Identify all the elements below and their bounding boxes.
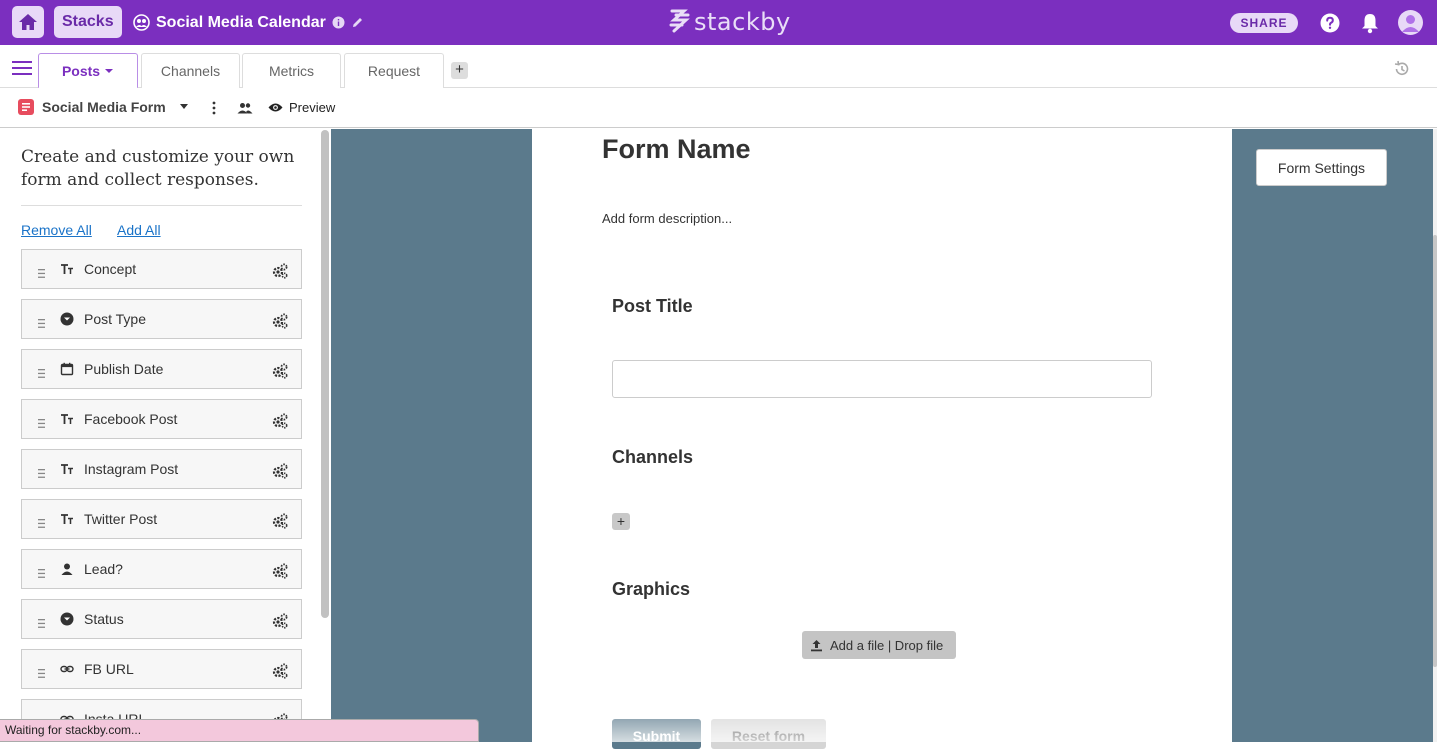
form-bottom-fade [532, 700, 1232, 742]
field-label: Lead? [84, 561, 123, 577]
tab-posts[interactable]: Posts [38, 53, 138, 89]
field-label: Twitter Post [84, 511, 158, 527]
field-label: FB URL [84, 661, 134, 677]
field-settings-gear-icon[interactable] [272, 613, 288, 629]
field-label: Facebook Post [84, 411, 178, 427]
edit-pencil-icon[interactable] [351, 16, 364, 29]
drag-handle-icon[interactable] [38, 365, 45, 378]
form-description[interactable]: Add form description... [602, 211, 732, 226]
tab-label: Posts [61, 62, 101, 79]
more-options-icon[interactable] [212, 101, 216, 115]
drag-handle-icon[interactable] [38, 465, 45, 478]
question-label-post-title: Post Title [612, 296, 693, 316]
chevron-down-icon [105, 68, 114, 73]
remove-all-link[interactable]: Remove All [21, 222, 92, 238]
sidebar-field-item[interactable]: Lead? [21, 549, 302, 589]
tab-request[interactable]: Request [344, 53, 444, 88]
sidebar-intro: Create and customize your own form and c… [21, 147, 295, 190]
stack-title[interactable]: Social Media Calendar [156, 14, 326, 32]
drag-handle-icon[interactable] [38, 315, 45, 328]
sidebar-field-item[interactable]: Facebook Post [21, 399, 302, 439]
stack-title-area: Social Media Calendar [133, 0, 364, 45]
sidebar-divider [21, 205, 302, 206]
text-type-icon [60, 512, 74, 526]
top-bar: Stacks Social Media Calendar stackby SHA… [0, 0, 1437, 45]
add-channel-link-button[interactable]: + [612, 513, 630, 530]
text-type-icon [60, 462, 74, 476]
preview-button[interactable]: Preview [289, 100, 335, 115]
single-select-icon [60, 612, 74, 626]
field-settings-gear-icon[interactable] [272, 313, 288, 329]
upload-label: Add a file | Drop file [830, 637, 944, 653]
single-select-icon [60, 312, 74, 326]
field-settings-gear-icon[interactable] [272, 363, 288, 379]
calendar-icon [60, 362, 74, 376]
drag-handle-icon[interactable] [38, 515, 45, 528]
drag-handle-icon[interactable] [38, 615, 45, 628]
form-name[interactable]: Form Name [602, 134, 751, 165]
help-icon[interactable] [1320, 13, 1340, 33]
view-name[interactable]: Social Media Form [42, 99, 166, 115]
field-settings-gear-icon[interactable] [272, 263, 288, 279]
upload-icon [811, 639, 822, 651]
info-icon[interactable] [332, 16, 345, 29]
stackby-logo: stackby [668, 5, 791, 39]
drag-handle-icon[interactable] [38, 415, 45, 428]
person-icon [60, 562, 74, 576]
question-label-graphics: Graphics [612, 579, 691, 599]
post-title-input[interactable] [612, 360, 1152, 398]
form-settings-button[interactable]: Form Settings [1256, 149, 1387, 186]
hamburger-menu-icon[interactable] [12, 61, 32, 75]
sidebar-field-item[interactable]: Post Type [21, 299, 302, 339]
field-settings-gear-icon[interactable] [272, 413, 288, 429]
user-avatar[interactable] [1398, 10, 1423, 35]
sidebar-scrollbar[interactable] [321, 130, 329, 618]
add-table-button[interactable]: + [451, 62, 468, 79]
field-label: Concept [84, 261, 137, 277]
stacks-button[interactable]: Stacks [54, 6, 122, 38]
eye-icon[interactable] [268, 102, 283, 113]
drag-handle-icon[interactable] [38, 565, 45, 578]
field-label: Post Type [84, 311, 147, 327]
sidebar-field-item[interactable]: Twitter Post [21, 499, 302, 539]
field-settings-gear-icon[interactable] [272, 663, 288, 679]
field-label: Status [84, 611, 124, 627]
field-label: Publish Date [84, 361, 164, 377]
history-icon[interactable] [1393, 60, 1411, 78]
question-label-channels: Channels [612, 447, 694, 467]
view-toolbar: Social Media Form Preview [0, 88, 1437, 128]
view-dropdown-caret-icon[interactable] [180, 104, 188, 109]
stackby-logo-icon [669, 9, 690, 33]
home-button[interactable] [12, 6, 44, 38]
sidebar-field-item[interactable]: FB URL [21, 649, 302, 689]
text-type-icon [60, 412, 74, 426]
sidebar-field-item[interactable]: Publish Date [21, 349, 302, 389]
tab-channels[interactable]: Channels [141, 53, 240, 88]
logo-text: stackby [694, 8, 791, 36]
sidebar-field-item[interactable]: Concept [21, 249, 302, 289]
drag-handle-icon[interactable] [38, 265, 45, 278]
tab-metrics[interactable]: Metrics [242, 53, 341, 88]
drag-handle-icon[interactable] [38, 665, 45, 678]
link-icon [60, 662, 74, 676]
table-tab-bar: Posts Channels Metrics Request [0, 45, 1437, 89]
sidebar-field-item[interactable]: Instagram Post [21, 449, 302, 489]
field-settings-gear-icon[interactable] [272, 463, 288, 479]
field-label: Instagram Post [84, 461, 179, 477]
field-settings-gear-icon[interactable] [272, 563, 288, 579]
browser-status-bar: Waiting for stackby.com... [0, 719, 479, 742]
upload-file-button[interactable]: Add a file | Drop file [802, 631, 956, 659]
form-view-icon [18, 99, 34, 115]
notification-bell-icon[interactable] [1360, 12, 1380, 34]
collaborators-icon[interactable] [237, 101, 253, 115]
share-button[interactable]: SHARE [1230, 13, 1298, 33]
main-scrollbar-thumb[interactable] [1433, 235, 1437, 667]
home-icon [19, 14, 37, 30]
add-all-link[interactable]: Add All [117, 222, 161, 238]
user-icon [1402, 15, 1419, 32]
sidebar-field-item[interactable]: Status [21, 599, 302, 639]
field-settings-gear-icon[interactable] [272, 513, 288, 529]
text-type-icon [60, 262, 74, 276]
workspace-icon [133, 14, 150, 31]
